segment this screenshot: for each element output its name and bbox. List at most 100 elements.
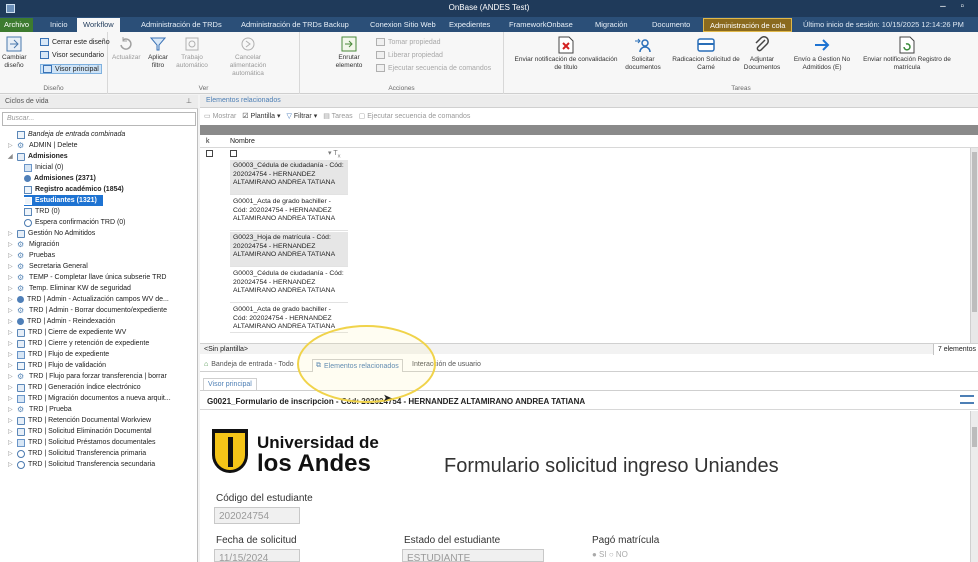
tree-item[interactable]: Admisiones (2371) [24, 173, 96, 184]
tree-item[interactable]: ▷ TRD | Generación índice electrónico [8, 382, 141, 393]
tree-item[interactable]: ▷ ⚙ Secretaria General [8, 261, 88, 272]
grid-filter-row: ▾ Tx [200, 149, 348, 160]
visor-secundario-button[interactable]: Visor secundario [40, 51, 104, 59]
tree-item[interactable]: ▷ ⚙ Temp. Eliminar KW de seguridad [8, 283, 131, 294]
tree-item[interactable]: ▷ ⚙ ADMIN | Delete [8, 140, 78, 151]
visor-principal-button[interactable]: Visor principal [40, 64, 102, 74]
envio-gestion-no-admitidos-button[interactable]: Envío a Gestion No Admitidos (E) [790, 36, 854, 72]
tree-item[interactable]: ▷ TRD | Solicitud Transferencia primaria [8, 448, 146, 459]
enrutar-elemento-button[interactable]: Enrutar elemento [330, 36, 368, 70]
enviar-notificacion-registro-button[interactable]: Enviar notificación Registro de matrícul… [857, 36, 957, 72]
folder-icon [17, 394, 25, 403]
related-items-toolbar: ▭ Mostrar ☑ Plantilla ▾ ▽ Filtrar ▾ ▤ Ta… [200, 109, 978, 123]
pin-icon[interactable]: ⊥ [186, 97, 192, 105]
tomar-propiedad-button[interactable]: Tomar propiedad [376, 38, 441, 46]
filtrar-button[interactable]: ▽ Filtrar ▾ [287, 112, 318, 120]
solicitar-documentos-button[interactable]: Solicitar documentos [619, 36, 667, 72]
tab-workflow[interactable]: Workflow [77, 18, 120, 32]
pago-radio-group[interactable]: ● SI ○ NO [592, 550, 628, 562]
filter-icon[interactable]: ▾ Tx [328, 149, 341, 159]
mostrar-button[interactable]: ▭ Mostrar [204, 112, 236, 120]
tree-item[interactable]: ▷ TRD | Solicitud Transferencia secundari… [8, 459, 155, 470]
tree-item[interactable]: ◢ Admisiones [8, 151, 68, 162]
ejecutar-secuencia-button[interactable]: Ejecutar secuencia de comandos [376, 64, 491, 72]
tree-item[interactable]: Registro académico (1854) [24, 184, 124, 195]
tree-item[interactable]: ▷ TRD | Cierre y retención de expediente [8, 338, 149, 349]
cambiar-diseno-button[interactable]: Cambiar diseño [2, 36, 27, 70]
ejecutar-secuencia-button[interactable]: ▢ Ejecutar secuencia de comandos [359, 112, 471, 120]
tab-bandeja-entrada[interactable]: ⌂ Bandeja de entrada - Todo [204, 361, 294, 368]
adjuntar-documentos-button[interactable]: Adjuntar Documentos [736, 36, 788, 72]
tree-item[interactable]: ▷ TRD | Admin - Actualización campos WV d… [8, 294, 169, 305]
queue-icon [24, 196, 32, 205]
tab-admin-trds-backup[interactable]: Administración de TRDs Backup [241, 20, 349, 29]
enviar-notificacion-convalidacion-button[interactable]: Enviar notificación de convalidación de … [514, 36, 618, 72]
tab-conexion[interactable]: Conexion Sitio Web [370, 20, 436, 29]
aplicar-filtro-button[interactable]: Aplicar filtro [145, 36, 171, 70]
tree-item[interactable]: ▷ TRD | Solicitud Eliminación Documental [8, 426, 152, 437]
tab-documento[interactable]: Documento [652, 20, 690, 29]
plantilla-button[interactable]: ☑ Plantilla ▾ [242, 112, 280, 120]
scrollbar-thumb[interactable] [972, 427, 977, 447]
mouse-cursor-icon: ➤ [383, 393, 392, 404]
tab-admin-cola[interactable]: Administración de cola [703, 18, 793, 32]
tree-item[interactable]: Bandeja de entrada combinada [8, 129, 125, 140]
tree-item[interactable]: ▷ ⚙ Pruebas [8, 250, 55, 261]
cerrar-diseno-button[interactable]: Cerrar este diseño [40, 38, 110, 46]
tree-item[interactable]: ▷ ⚙ TRD | Admin - Borrar documento/expedie… [8, 305, 167, 316]
codigo-field[interactable]: 202024754 [214, 507, 300, 524]
grid-scrollbar[interactable] [970, 148, 978, 343]
tab-expedientes[interactable]: Expedientes [449, 20, 490, 29]
scrollbar-thumb[interactable] [972, 152, 977, 312]
filter-checkbox[interactable] [206, 150, 213, 157]
list-item[interactable]: G0003_Cédula de ciudadanía - Cód: 202024… [230, 268, 348, 303]
tab-admin-trds[interactable]: Administración de TRDs [141, 20, 222, 29]
tree-item[interactable]: ▷ TRD | Retención Documental Workview [8, 415, 151, 426]
ribbon: Cambiar diseño Cerrar este diseño Visor … [0, 32, 978, 94]
tree-item[interactable]: ▷ ⚙ Migración [8, 239, 59, 250]
tab-framework[interactable]: FrameworkOnbase [509, 20, 573, 29]
list-item[interactable]: G0001_Acta de grado bachiller - Cód: 202… [230, 304, 348, 333]
viewer-scrollbar[interactable] [970, 411, 978, 562]
fecha-field[interactable]: 11/15/2024 [214, 549, 300, 562]
estado-field[interactable]: ESTUDIANTE [402, 549, 544, 562]
tree-item[interactable]: TRD (0) [24, 206, 60, 217]
list-item[interactable]: G0003_Cédula de ciudadanía - Cód: 202024… [230, 160, 348, 195]
tareas-button[interactable]: ▤ Tareas [323, 112, 352, 120]
tree-item[interactable]: ▷ TRD | Solicitud Préstamos documentales [8, 437, 155, 448]
tree-item[interactable]: ▷ TRD | Flujo de expediente [8, 349, 109, 360]
print-icon[interactable] [960, 395, 974, 404]
tree-item[interactable]: Inicial (0) [24, 162, 63, 173]
cancelar-alimentacion-button[interactable]: Cancelar alimentación automática [218, 36, 278, 78]
cancel-feed-icon [241, 37, 255, 51]
list-item[interactable]: G0023_Hoja de matrícula - Cód: 202024754… [230, 232, 348, 267]
filter-checkbox[interactable] [230, 150, 237, 157]
tree-item[interactable]: ▷ TRD | Cierre de expediente WV [8, 327, 126, 338]
radicacion-solicitud-carne-button[interactable]: Radicacion Solicitud de Carné [670, 36, 742, 72]
tab-archivo[interactable]: Archivo [0, 18, 34, 32]
lifecycle-search-input[interactable]: Buscar... [2, 112, 196, 126]
actualizar-button[interactable]: Actualizar [112, 36, 141, 62]
tab-inicio[interactable]: Inicio [50, 20, 68, 29]
tree-item[interactable]: ▷ Gestión No Admitidos [8, 228, 95, 239]
list-item[interactable]: G0001_Acta de grado bachiller - Cód: 202… [230, 196, 348, 231]
trabajo-automatico-button[interactable]: Trabajo automático [176, 36, 208, 70]
column-nombre[interactable]: Nombre [230, 138, 255, 145]
tree-item[interactable]: ▷ ⚙ TEMP - Completar llave única subserie … [8, 272, 166, 283]
tree-item[interactable]: ▷ TRD | Admin - Reindexación [8, 316, 115, 327]
tree-item[interactable]: ▷ TRD | Migración documentos a nueva arqu… [8, 393, 171, 404]
window-controls[interactable]: – ▫ [940, 1, 970, 12]
tree-item[interactable]: ▷ TRD | Flujo de validación [8, 360, 106, 371]
tree-item-selected[interactable]: Estudiantes (1321) [24, 195, 103, 206]
tab-visor-principal[interactable]: Visor principal [203, 378, 257, 390]
queue-icon [24, 207, 32, 216]
liberar-propiedad-button[interactable]: Liberar propiedad [376, 51, 443, 59]
column-k[interactable]: k [206, 138, 210, 145]
validation-icon [17, 361, 25, 370]
tree-item[interactable]: ▷ ⚙ TRD | Flujo para forzar transferencia … [8, 371, 167, 382]
user-request-icon [635, 38, 651, 53]
tree-item[interactable]: Espera confirmación TRD (0) [24, 217, 126, 228]
workflow-icon [17, 416, 25, 425]
tab-migracion[interactable]: Migración [595, 20, 628, 29]
tree-item[interactable]: ▷ ⚙ TRD | Prueba [8, 404, 72, 415]
